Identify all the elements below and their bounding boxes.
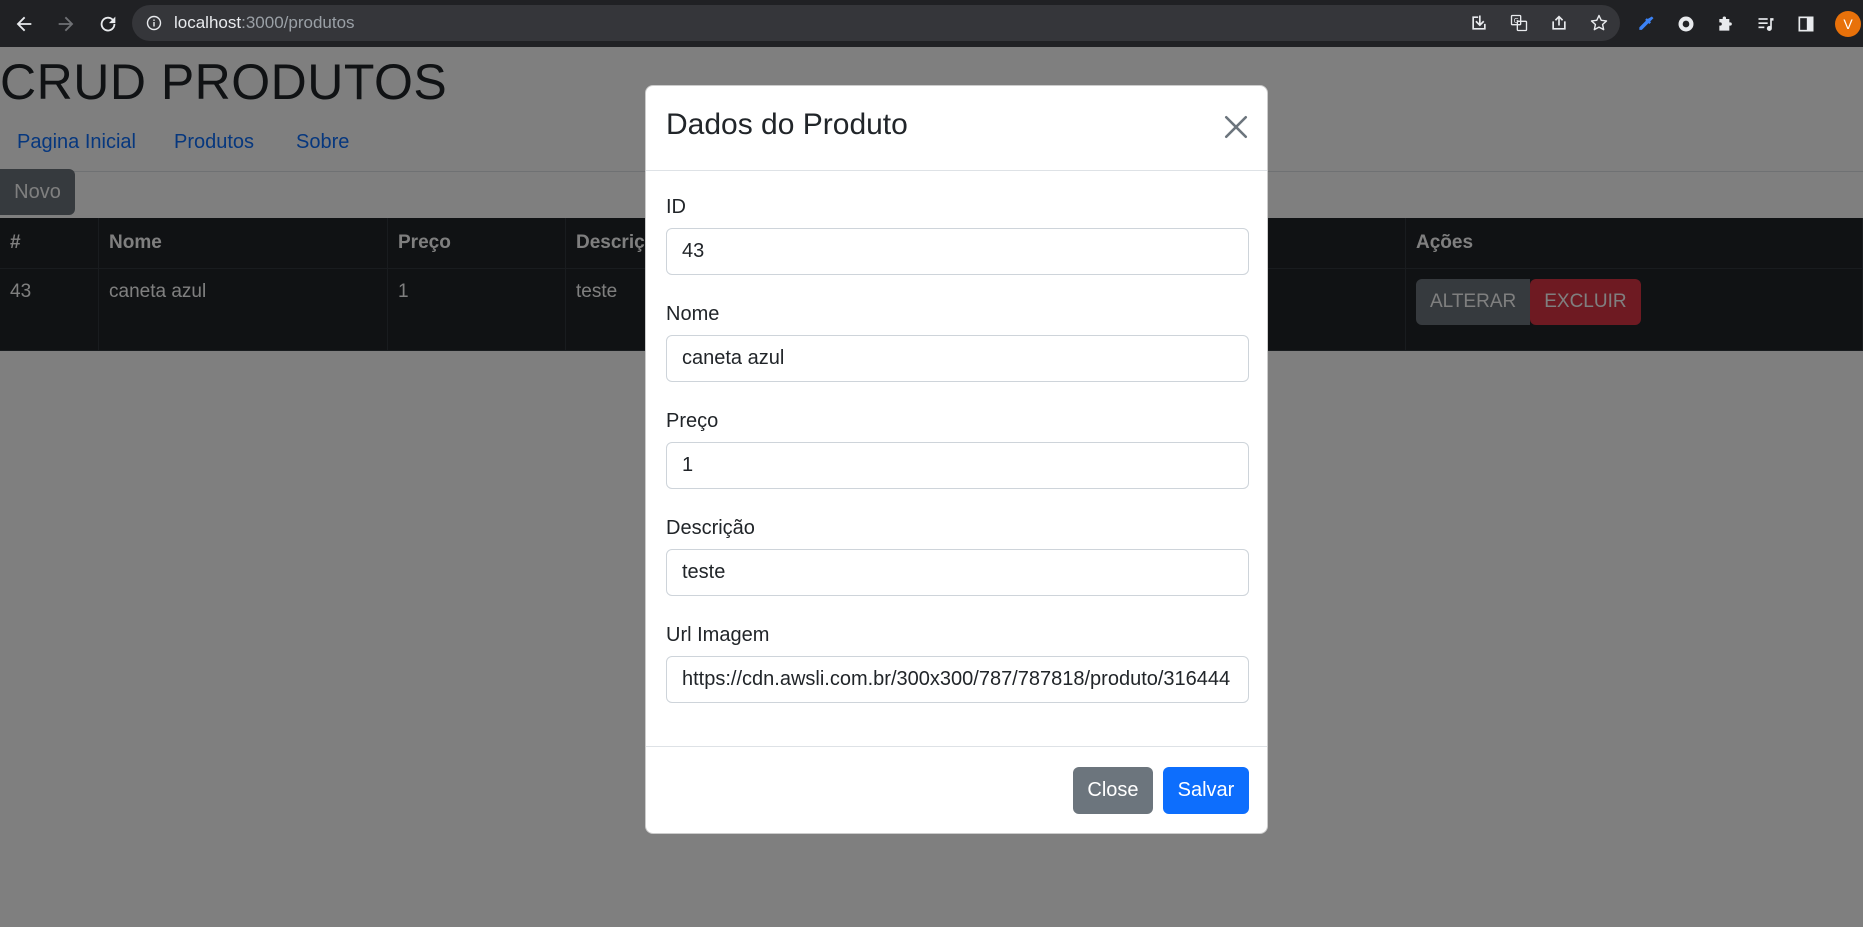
- side-panel-icon[interactable]: [1795, 13, 1817, 35]
- form-group-url-imagem: Url Imagem: [666, 624, 1249, 703]
- back-button[interactable]: [4, 4, 44, 44]
- url-imagem-field[interactable]: [666, 656, 1249, 703]
- browser-toolbar: localhost:3000/produtos G V: [0, 0, 1863, 47]
- url-text: localhost:3000/produtos: [174, 13, 355, 33]
- label-id: ID: [666, 196, 686, 218]
- address-bar[interactable]: localhost:3000/produtos G: [132, 5, 1620, 41]
- save-button[interactable]: Salvar: [1163, 767, 1249, 814]
- label-descricao: Descrição: [666, 517, 755, 539]
- install-icon[interactable]: [1468, 12, 1490, 34]
- form-group-nome: Nome: [666, 303, 1249, 382]
- puzzle-icon[interactable]: [1715, 13, 1737, 35]
- reload-button[interactable]: [88, 4, 128, 44]
- form-group-preco: Preço: [666, 410, 1249, 489]
- form-group-descricao: Descrição: [666, 517, 1249, 596]
- form-group-id: ID: [666, 196, 1249, 275]
- url-host: localhost: [174, 13, 242, 32]
- modal-close-x-button[interactable]: [1223, 114, 1249, 140]
- info-icon: [146, 15, 162, 31]
- url-path: :3000/produtos: [241, 13, 355, 32]
- profile-avatar[interactable]: V: [1835, 10, 1861, 37]
- star-icon[interactable]: [1588, 12, 1610, 34]
- label-nome: Nome: [666, 303, 720, 325]
- arrow-right-icon: [58, 16, 74, 31]
- product-modal: Dados do Produto ID Nome Preço Descrição…: [645, 85, 1268, 834]
- label-preco: Preço: [666, 410, 719, 432]
- preco-field[interactable]: [666, 442, 1249, 489]
- modal-header: Dados do Produto: [646, 86, 1267, 171]
- close-button[interactable]: Close: [1073, 767, 1153, 814]
- svg-text:G: G: [1514, 17, 1519, 25]
- arrow-left-icon: [16, 16, 32, 31]
- forward-button[interactable]: [46, 4, 86, 44]
- nome-field[interactable]: [666, 335, 1249, 382]
- modal-footer: Close Salvar: [646, 746, 1267, 834]
- eyedropper-icon[interactable]: [1635, 13, 1657, 35]
- label-url-imagem: Url Imagem: [666, 624, 770, 646]
- id-field[interactable]: [666, 228, 1249, 275]
- extension-circle-icon[interactable]: [1675, 13, 1697, 35]
- close-icon: [1224, 115, 1248, 139]
- descricao-field[interactable]: [666, 549, 1249, 596]
- modal-title: Dados do Produto: [666, 108, 908, 141]
- media-icon[interactable]: [1755, 13, 1777, 35]
- reload-icon: [100, 16, 116, 31]
- share-icon[interactable]: [1548, 12, 1570, 34]
- translate-icon[interactable]: G: [1508, 12, 1530, 34]
